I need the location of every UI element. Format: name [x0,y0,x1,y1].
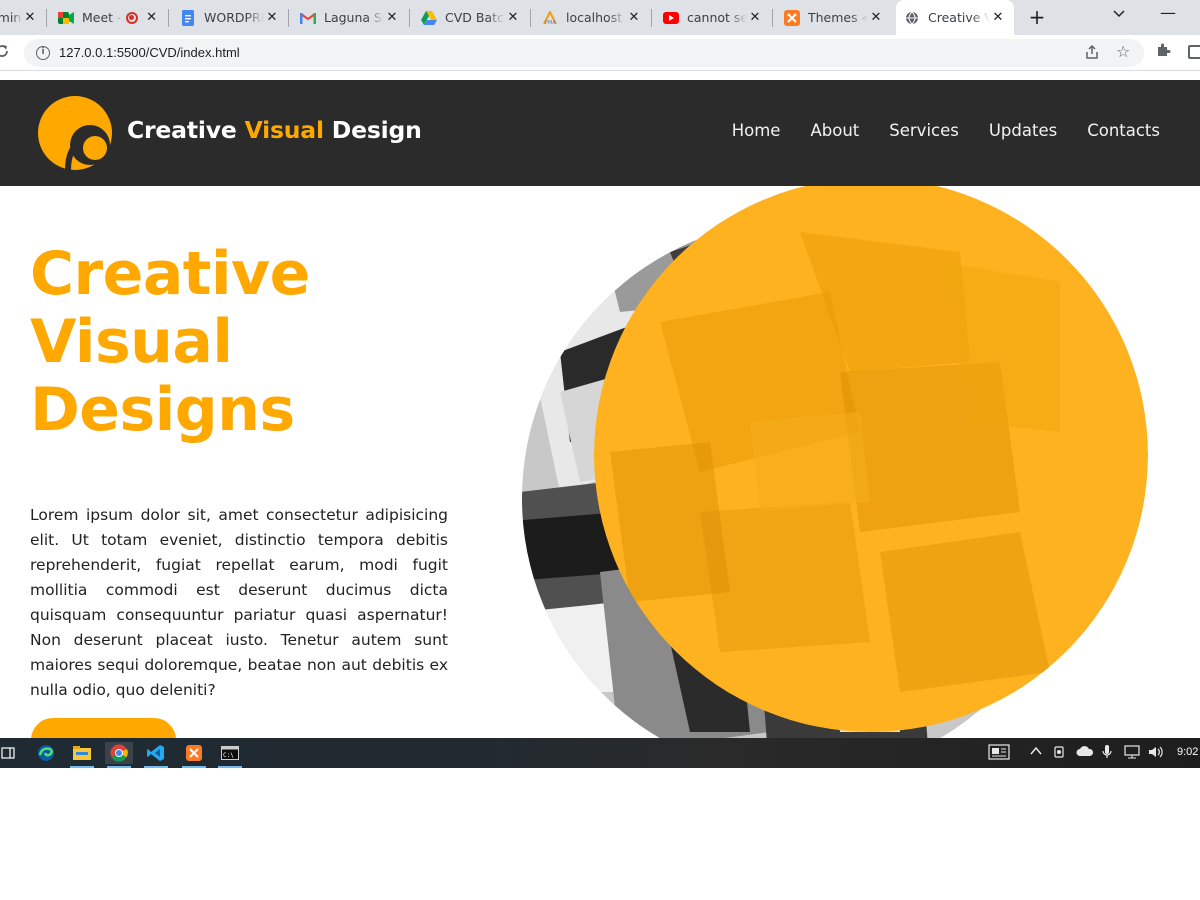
google-drive-icon [421,10,437,26]
close-icon[interactable]: ✕ [22,10,38,26]
tab-separator [651,9,652,27]
close-icon[interactable]: ✕ [626,10,642,26]
browser-tab[interactable]: amin ✕ [0,3,38,32]
clock-time[interactable]: 9:02 [1177,746,1198,758]
os-taskbar: C:\ 9:02 [0,738,1200,768]
tab-separator [288,9,289,27]
browser-tab[interactable]: WORDPRE ✕ [180,3,280,32]
close-icon[interactable]: ✕ [384,10,400,26]
logo-icon[interactable] [38,96,112,171]
hero-title-line: Designs [30,375,295,445]
brand-text-visual: Visual [244,116,324,144]
browser-tab-strip: amin ✕ Meet - ✕ WORDPRE ✕ Laguna Sta ✕ C… [0,0,1200,35]
profile-icon[interactable] [1188,45,1200,59]
hero-title: Creative Visual Designs [30,240,310,444]
reload-icon[interactable] [0,43,10,63]
browser-tab[interactable]: Themes « ( ✕ [784,3,884,32]
tab-title: cannot sele [687,10,747,25]
site-info-icon[interactable]: i [36,46,50,60]
tab-title: localhost / [566,10,626,25]
extensions-icon[interactable] [1155,42,1171,62]
new-tab-button[interactable]: + [1027,6,1047,28]
vscode-icon[interactable] [142,742,170,768]
address-bar[interactable]: i 127.0.0.1:5500/CVD/index.html ☆ [24,39,1144,67]
hero-art [522,186,1148,738]
edge-icon[interactable] [32,742,60,764]
svg-text:C:\: C:\ [223,752,234,759]
onedrive-icon[interactable] [1076,745,1094,760]
site-brand[interactable]: Creative Visual Design [127,116,422,144]
main-nav: Home About Services Updates Contacts [732,121,1160,140]
tab-separator [46,9,47,27]
close-icon[interactable]: ✕ [144,10,160,26]
tab-title: Themes « ( [808,10,868,25]
browser-tab-active[interactable]: Creative V ✕ [896,0,1014,35]
chevron-up-icon[interactable] [1030,745,1042,759]
hero-title-line: Creative [30,239,310,309]
browser-tab[interactable]: Meet - ✕ [58,3,162,32]
close-icon[interactable]: ✕ [990,10,1006,26]
url-text: 127.0.0.1:5500/CVD/index.html [59,45,240,60]
recording-icon [125,11,138,24]
tab-separator [168,9,169,27]
meet-tray-icon[interactable] [1054,745,1066,762]
hero-title-line: Visual [30,307,233,377]
share-icon[interactable] [1084,44,1100,64]
tab-title: Laguna Sta [324,10,384,25]
hero-cta-button[interactable] [31,718,176,738]
network-icon[interactable] [1124,745,1140,762]
orange-overlay-circle [594,186,1148,732]
browser-tab[interactable]: Laguna Sta ✕ [300,3,400,32]
task-view-icon[interactable] [0,742,22,764]
tab-title: CVD Batch [445,10,505,25]
phpmyadmin-icon: PMA [542,10,558,26]
svg-text:PMA: PMA [545,20,556,25]
google-docs-icon [180,9,196,26]
browser-tab[interactable]: CVD Batch ✕ [421,3,521,32]
news-widget-icon[interactable] [988,744,1010,763]
microphone-icon[interactable] [1102,745,1112,762]
tab-title: amin [0,10,22,25]
tab-search-icon[interactable] [1113,7,1125,21]
tab-title: WORDPRE [204,10,264,25]
nav-about[interactable]: About [810,121,859,140]
site-header: Creative Visual Design Home About Servic… [0,80,1200,186]
minimize-window-icon[interactable]: — [1160,3,1176,22]
youtube-icon [663,10,679,26]
tab-separator [772,9,773,27]
nav-contacts[interactable]: Contacts [1087,121,1160,140]
bookmark-star-icon[interactable]: ☆ [1116,42,1130,61]
brand-text-creative: Creative [127,116,245,144]
terminal-icon[interactable]: C:\ [216,742,244,768]
google-meet-icon [58,10,74,26]
blank-area [0,768,1200,900]
hero-paragraph: Lorem ipsum dolor sit, amet consectetur … [30,506,448,699]
brand-text-design: Design [323,116,422,144]
close-icon[interactable]: ✕ [868,10,884,26]
globe-icon [904,10,920,26]
xampp-icon[interactable] [180,742,208,768]
tab-title: Creative V [928,10,990,25]
close-icon[interactable]: ✕ [505,10,521,26]
volume-icon[interactable] [1148,745,1164,762]
nav-home[interactable]: Home [732,121,781,140]
tab-separator [530,9,531,27]
close-icon[interactable]: ✕ [264,10,280,26]
nav-updates[interactable]: Updates [989,121,1057,140]
browser-tab[interactable]: cannot sele ✕ [663,3,763,32]
browser-tab[interactable]: PMA localhost / ✕ [542,3,642,32]
file-explorer-icon[interactable] [68,742,96,768]
page-viewport: Creative Visual Design Home About Servic… [0,72,1200,738]
tab-separator [409,9,410,27]
close-icon[interactable]: ✕ [747,10,763,26]
nav-services[interactable]: Services [889,121,959,140]
tab-title: Meet - [82,10,122,25]
xampp-icon [784,9,800,26]
gmail-icon [300,10,316,26]
browser-toolbar: i 127.0.0.1:5500/CVD/index.html ☆ [0,35,1200,71]
chrome-icon[interactable] [105,742,133,768]
